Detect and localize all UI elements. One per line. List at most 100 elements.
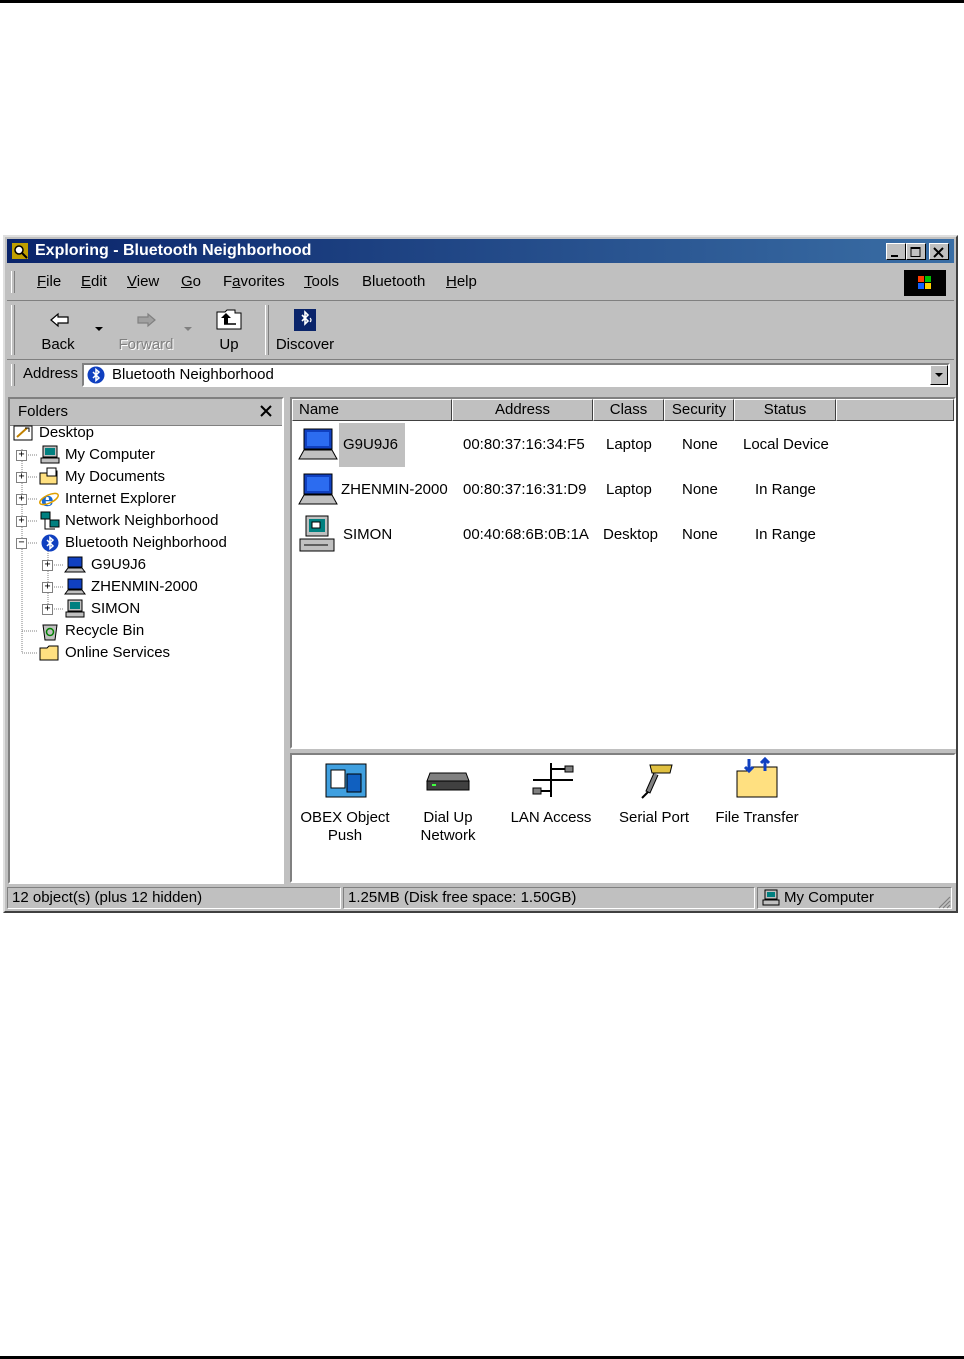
computer-icon xyxy=(762,889,780,906)
service-obex-object-push[interactable]: OBEX Object Push xyxy=(295,755,395,855)
forward-dropdown[interactable] xyxy=(182,301,194,357)
status-objects-text: 12 object(s) (plus 12 hidden) xyxy=(12,889,203,906)
table-row[interactable]: G9U9J6 00:80:37:16:34:F5 Laptop None Loc… xyxy=(292,423,954,467)
folder-icon xyxy=(39,645,59,661)
window-title: Exploring - Bluetooth Neighborhood xyxy=(35,242,312,259)
service-label-line1: OBEX Object xyxy=(300,809,390,826)
menu-go[interactable]: Go xyxy=(181,273,201,290)
laptop-icon xyxy=(298,473,338,505)
back-button[interactable]: Back xyxy=(29,301,87,357)
address-bar: Address Bluetooth Neighborhood xyxy=(7,359,954,390)
menu-tools[interactable]: Tools xyxy=(304,273,339,290)
file-transfer-icon xyxy=(736,757,778,798)
address-dropdown-button[interactable] xyxy=(930,365,948,385)
address-grip[interactable] xyxy=(11,364,15,386)
column-name[interactable]: Name xyxy=(292,399,452,421)
computer-icon xyxy=(40,445,60,464)
address-label: Address xyxy=(23,365,79,382)
back-arrow-icon xyxy=(50,312,69,328)
address-field[interactable]: Bluetooth Neighborhood xyxy=(82,363,950,387)
title-bar[interactable]: Exploring - Bluetooth Neighborhood xyxy=(7,239,954,263)
folders-pane: Folders Desktop + My Computer + My Docum… xyxy=(8,397,284,884)
expand-icon[interactable]: + xyxy=(16,450,27,461)
cell-security: None xyxy=(682,526,718,543)
column-label: Name xyxy=(299,401,340,418)
obex-icon xyxy=(325,763,367,798)
discover-button[interactable]: Discover xyxy=(273,301,337,357)
tree-item-label: ZHENMIN-2000 xyxy=(91,578,198,595)
column-label: Address xyxy=(494,401,551,418)
back-label: Back xyxy=(41,336,75,353)
expand-icon[interactable]: + xyxy=(42,604,53,615)
tree-item-label: Internet Explorer xyxy=(65,490,176,507)
column-status[interactable]: Status xyxy=(734,399,836,421)
cell-address: 00:80:37:16:34:F5 xyxy=(463,436,585,453)
bluetooth-icon xyxy=(41,534,59,552)
menu-file[interactable]: File xyxy=(37,273,61,290)
service-dial-up-network[interactable]: Dial Up Network xyxy=(398,755,498,855)
service-label-line2: Network xyxy=(420,827,476,844)
standard-toolbar: Back Forward Up Discover xyxy=(7,300,954,360)
tree-item-label: Online Services xyxy=(65,644,171,661)
menu-favorites[interactable]: Favorites xyxy=(223,273,285,290)
service-serial-port[interactable]: Serial Port xyxy=(604,755,704,855)
back-dropdown[interactable] xyxy=(93,301,105,357)
menu-view[interactable]: View xyxy=(127,273,159,290)
maximize-button[interactable] xyxy=(906,243,926,260)
menu-favorites-label: Favorites xyxy=(223,273,285,290)
menu-bar: File Edit View Go Favorites Tools Blueto… xyxy=(7,267,954,297)
column-security[interactable]: Security xyxy=(664,399,734,421)
expand-icon[interactable]: + xyxy=(16,472,27,483)
menu-tools-label: Tools xyxy=(304,273,340,290)
menu-edit-label: Edit xyxy=(81,273,107,290)
tree-item-label: G9U9J6 xyxy=(91,556,147,573)
service-label-line1: Serial Port xyxy=(618,809,690,826)
toolbar-grip[interactable] xyxy=(11,305,15,355)
cell-status: In Range xyxy=(755,526,816,543)
menu-bluetooth[interactable]: Bluetooth xyxy=(362,273,425,290)
maximize-icon xyxy=(910,247,921,257)
tree-item-label: My Computer xyxy=(65,446,156,463)
service-label-line2: Push xyxy=(327,827,363,844)
table-row[interactable]: SIMON 00:40:68:6B:0B:1A Desktop None In … xyxy=(292,513,954,557)
lan-icon xyxy=(532,763,574,797)
resize-grip-icon[interactable] xyxy=(937,895,951,909)
tree-item-label: Desktop xyxy=(39,424,95,441)
menu-grip[interactable] xyxy=(11,271,15,293)
expand-icon[interactable]: + xyxy=(42,582,53,593)
menu-file-label: File xyxy=(37,273,62,290)
minimize-button[interactable] xyxy=(886,243,906,260)
status-zone: My Computer xyxy=(757,887,952,909)
cell-name: ZHENMIN-2000 xyxy=(341,481,448,498)
cell-address: 00:80:37:16:31:D9 xyxy=(463,481,587,498)
serial-port-icon xyxy=(641,764,673,799)
table-row[interactable]: ZHENMIN-2000 00:80:37:16:31:D9 Laptop No… xyxy=(292,468,954,512)
service-lan-access[interactable]: LAN Access xyxy=(501,755,601,855)
status-size-text: 1.25MB (Disk free space: 1.50GB) xyxy=(348,889,577,906)
cell-security: None xyxy=(682,436,718,453)
status-zone-text: My Computer xyxy=(784,889,875,906)
cell-name: SIMON xyxy=(343,526,393,543)
menu-edit[interactable]: Edit xyxy=(81,273,107,290)
column-address[interactable]: Address xyxy=(452,399,593,421)
expand-icon[interactable]: + xyxy=(16,516,27,527)
service-file-transfer[interactable]: File Transfer xyxy=(707,755,807,855)
column-class[interactable]: Class xyxy=(593,399,664,421)
expand-icon[interactable]: + xyxy=(42,560,53,571)
forward-arrow-icon xyxy=(137,312,156,328)
dropdown-arrow-icon xyxy=(184,327,192,331)
collapse-icon[interactable]: − xyxy=(16,538,27,549)
discover-label: Discover xyxy=(275,336,335,353)
desktop-icon xyxy=(13,425,33,441)
explorer-search-icon xyxy=(12,243,28,259)
menu-help[interactable]: Help xyxy=(446,273,477,290)
desktop-computer-icon xyxy=(65,599,85,618)
minimize-icon xyxy=(891,255,898,257)
expand-icon[interactable]: + xyxy=(16,494,27,505)
close-button[interactable] xyxy=(929,243,949,260)
chevron-down-icon xyxy=(935,373,943,377)
cell-name: G9U9J6 xyxy=(343,436,399,453)
up-button[interactable]: Up xyxy=(205,301,253,357)
address-value: Bluetooth Neighborhood xyxy=(112,366,274,383)
forward-button[interactable]: Forward xyxy=(111,301,181,357)
